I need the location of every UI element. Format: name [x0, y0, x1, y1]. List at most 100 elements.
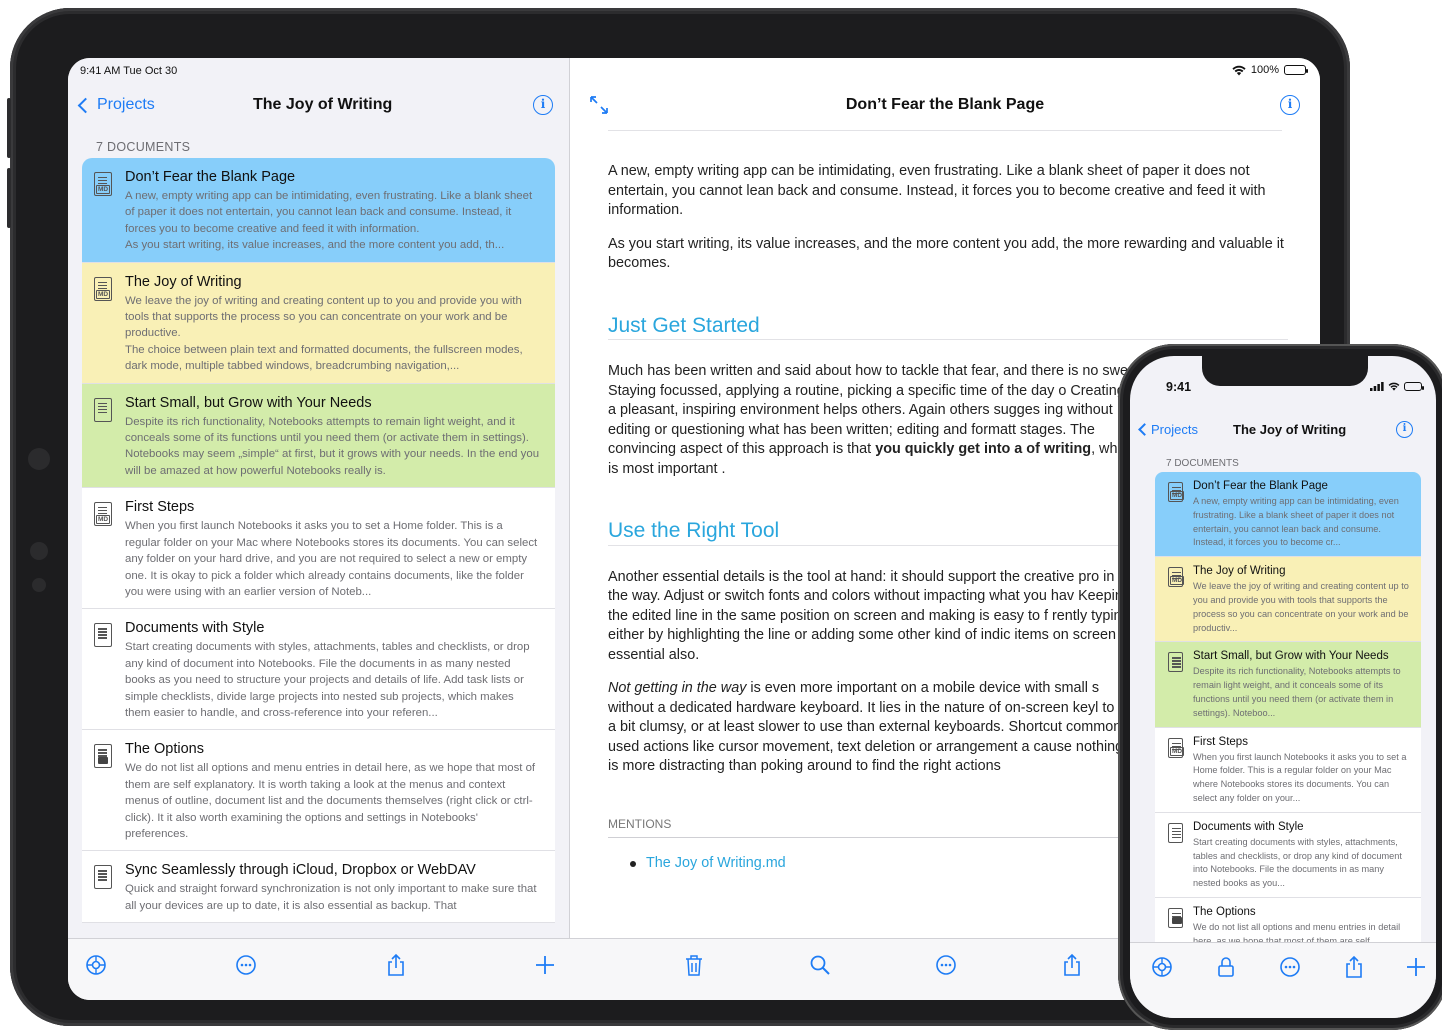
- document-list[interactable]: MD Don’t Fear the Blank Page A new, empty …: [1155, 472, 1421, 942]
- document-title: The Options: [125, 741, 204, 758]
- paragraph: Not getting in the way is even more impo…: [608, 679, 1136, 777]
- battery-percent: 100%: [1250, 64, 1279, 76]
- share-icon[interactable]: [1060, 953, 1084, 977]
- status-time: 9:41 AM Tue Oct 30: [80, 65, 178, 77]
- text-doc-icon: [94, 623, 112, 648]
- settings-gear-icon[interactable]: [84, 953, 108, 977]
- back-button[interactable]: Projects: [1136, 422, 1198, 437]
- battery-icon: [1284, 65, 1308, 75]
- paragraph: Another essential details is the tool at…: [608, 568, 1134, 663]
- document-preview: When you first launch Notebooks it asks …: [1193, 751, 1407, 803]
- document-list-pane: Projects The Joy of Writing i 7 DOCUMENT…: [68, 58, 570, 1000]
- share-icon[interactable]: [1342, 955, 1362, 978]
- document-row[interactable]: MD Don’t Fear the Blank Page A new, empty …: [82, 158, 555, 263]
- section-header: 7 DOCUMENTS: [96, 140, 191, 154]
- document-row[interactable]: MD The Joy of Writing We leave the joy of …: [82, 262, 555, 384]
- ipad-sensor: [32, 578, 46, 592]
- more-ellipsis-icon[interactable]: [1278, 955, 1300, 977]
- text-doc-icon: [1168, 822, 1183, 843]
- add-plus-icon[interactable]: [533, 953, 557, 977]
- document-preview: Start creating documents with styles, at…: [1193, 836, 1402, 889]
- document-preview: A new, empty writing app can be intimida…: [1193, 496, 1399, 548]
- wifi-icon: [1232, 65, 1246, 75]
- text-doc-icon: [94, 865, 112, 890]
- iphone-notch: [1202, 356, 1368, 386]
- sidebar-toolbar: [68, 938, 570, 1000]
- mention-link-text[interactable]: The Joy of Writing.md: [646, 854, 786, 874]
- markdown-doc-icon: MD: [94, 276, 112, 301]
- document-preview: We leave the joy of writing and creating…: [1193, 581, 1409, 633]
- markdown-doc-icon: MD: [1168, 482, 1185, 502]
- document-preview: We do not list all options and menu entr…: [1193, 921, 1401, 942]
- text-doc-icon: [1168, 652, 1183, 673]
- document-row[interactable]: MD Don’t Fear the Blank Page A new, empty …: [1155, 472, 1421, 558]
- text-doc-icon: [94, 397, 112, 422]
- paragraph: A new, empty writing app can be intimida…: [608, 163, 1266, 218]
- paragraph: Much has been written and said about how…: [608, 362, 1136, 479]
- document-row[interactable]: The Options We do not list all options an…: [82, 730, 555, 852]
- bullet: [630, 860, 636, 867]
- ipad-volume-button: [7, 168, 11, 228]
- image-doc-icon: [94, 744, 112, 769]
- document-row[interactable]: MD First Steps When you first launch Noteb…: [1155, 727, 1421, 813]
- document-preview: Despite its rich functionality, Notebook…: [125, 415, 540, 477]
- document-preview: When you first launch Notebooks it asks …: [125, 520, 538, 598]
- back-button[interactable]: Projects: [76, 96, 155, 114]
- battery-icon: [1404, 382, 1424, 391]
- document-preview: We leave the joy of writing and creating…: [125, 294, 523, 373]
- markdown-doc-icon: MD: [94, 172, 112, 196]
- document-row[interactable]: Sync Seamlessly through iCloud, Dropbox …: [82, 851, 555, 924]
- markdown-doc-icon: MD: [94, 502, 112, 527]
- iphone-screen: 9:41 Projects The Joy of Writing i 7 DOC…: [1130, 356, 1436, 1018]
- document-title: Documents with Style: [1193, 820, 1304, 833]
- paragraph: As you start writing, its value increase…: [608, 235, 1284, 272]
- document-row[interactable]: MD First Steps When you first launch Noteb…: [82, 488, 555, 610]
- settings-gear-icon[interactable]: [1150, 955, 1172, 977]
- section-heading: Just Get Started: [608, 315, 1288, 340]
- document-title: The Joy of Writing: [125, 273, 242, 290]
- document-title: Start Small, but Grow with Your Needs: [1193, 650, 1389, 663]
- info-icon[interactable]: i: [533, 95, 553, 115]
- document-preview: We do not list all options and menu entr…: [125, 762, 536, 840]
- document-title: The Joy of Writing: [1193, 565, 1286, 578]
- ipad-sensor: [28, 448, 50, 470]
- signal-icon: [1370, 382, 1384, 391]
- lock-icon[interactable]: [1214, 955, 1234, 977]
- document-preview: Quick and straight forward synchronizati…: [125, 883, 537, 912]
- info-icon[interactable]: i: [1396, 421, 1413, 438]
- status-time: 9:41: [1166, 380, 1192, 394]
- document-title: Don’t Fear the Blank Page: [845, 96, 1045, 113]
- info-icon[interactable]: i: [1280, 95, 1300, 115]
- bold-text: you quickly get into a of writing: [875, 441, 1092, 457]
- document-title: Documents with Style: [125, 620, 265, 637]
- document-title: First Steps: [1193, 735, 1248, 748]
- status-bar: 9:41 AM Tue Oct 30 100%: [68, 58, 1320, 84]
- bottom-toolbar: [1130, 942, 1436, 1018]
- document-row[interactable]: Documents with Style Start creating docum…: [82, 609, 555, 731]
- chevron-left-icon: [77, 97, 94, 113]
- divider: [608, 130, 1282, 131]
- document-title: Sync Seamlessly through iCloud, Dropbox …: [125, 862, 476, 879]
- share-icon[interactable]: [384, 953, 408, 977]
- status-icons: [1370, 382, 1424, 391]
- document-row[interactable]: Start Small, but Grow with Your Needs Des…: [1155, 642, 1421, 728]
- image-doc-icon: [1168, 907, 1183, 928]
- document-title: Don’t Fear the Blank Page: [1193, 480, 1328, 492]
- trash-icon[interactable]: [682, 953, 706, 977]
- add-plus-icon[interactable]: [1404, 955, 1425, 976]
- document-row[interactable]: The Options We do not list all options an…: [1155, 897, 1421, 942]
- document-list[interactable]: MD Don’t Fear the Blank Page A new, empty …: [82, 158, 555, 938]
- document-preview: Despite its rich functionality, Notebook…: [1193, 666, 1401, 718]
- more-ellipsis-icon[interactable]: [934, 953, 958, 977]
- document-row[interactable]: Start Small, but Grow with Your Needs Des…: [82, 383, 555, 489]
- more-ellipsis-icon[interactable]: [234, 953, 258, 977]
- document-row[interactable]: Documents with Style Start creating docum…: [1155, 812, 1421, 898]
- ipad-sensor: [30, 542, 48, 560]
- document-title: The Options: [1193, 905, 1256, 918]
- italic-text: Not getting in the way: [608, 680, 747, 696]
- document-row[interactable]: MD The Joy of Writing We leave the joy of …: [1155, 557, 1421, 643]
- document-preview: A new, empty writing app can be intimida…: [125, 190, 533, 252]
- search-icon[interactable]: [808, 953, 832, 977]
- wifi-icon: [1388, 382, 1400, 391]
- markdown-doc-icon: MD: [1168, 567, 1185, 588]
